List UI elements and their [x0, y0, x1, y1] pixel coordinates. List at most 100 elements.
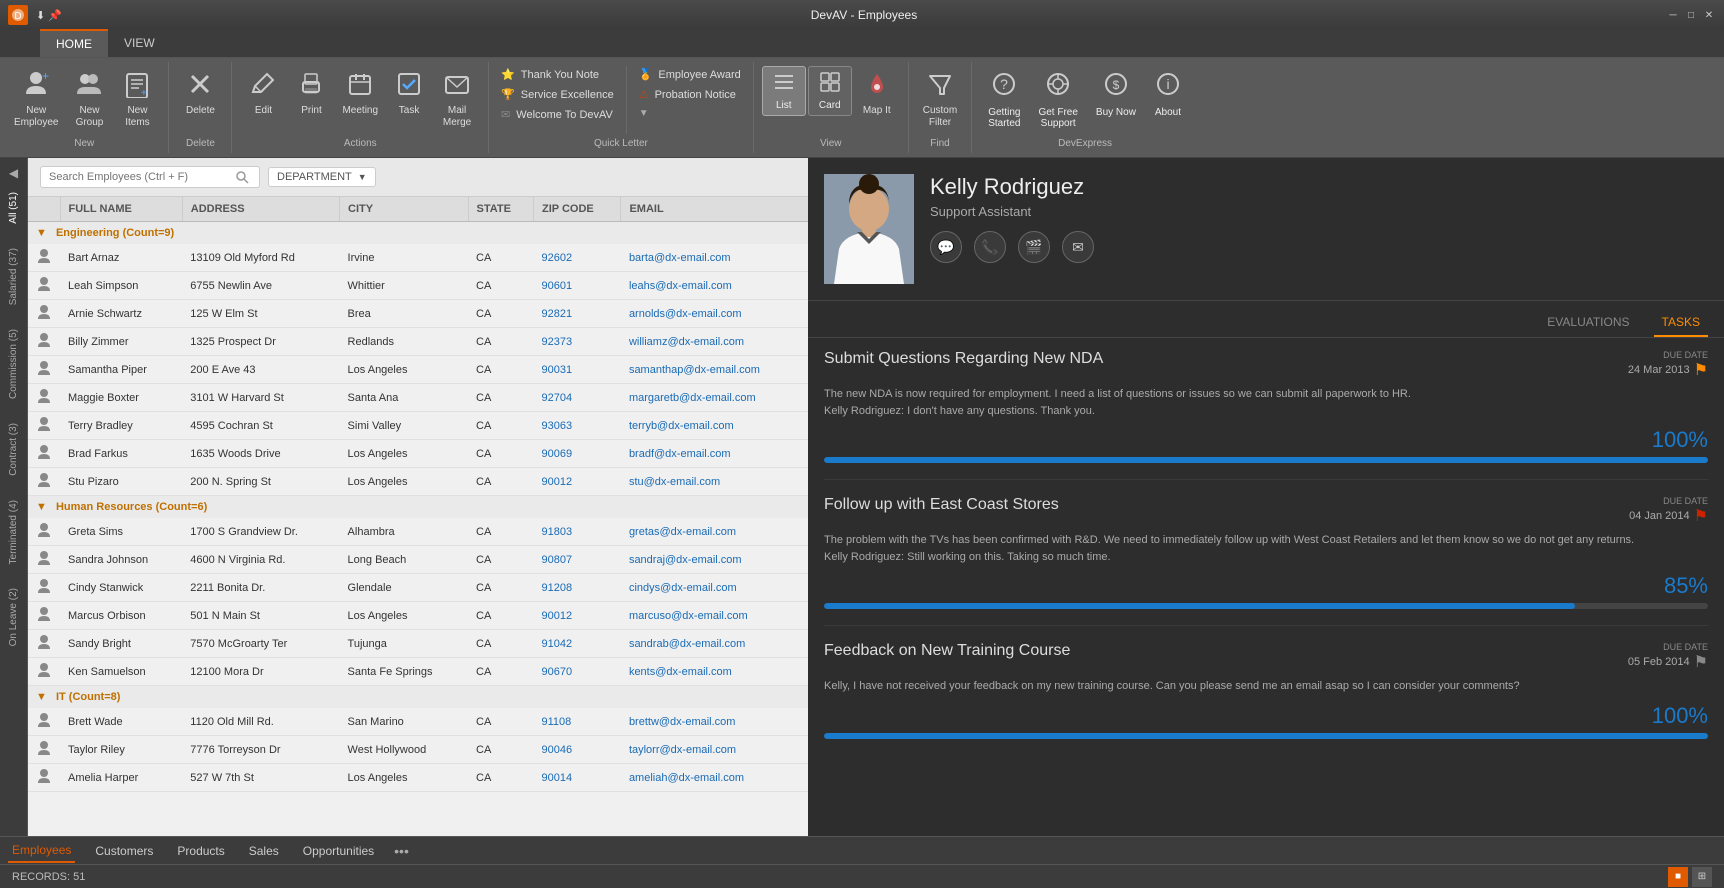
video-button[interactable]: 🎬 — [1018, 231, 1050, 263]
emp-zip-link[interactable]: 90601 — [541, 280, 572, 292]
group-toggle-icon[interactable]: ▼ — [36, 691, 47, 703]
emp-zip-link[interactable]: 90014 — [541, 772, 572, 784]
emp-email-link[interactable]: kents@dx-email.com — [629, 666, 732, 678]
thank-you-note-button[interactable]: ⭐ Thank You Note — [497, 66, 618, 83]
card-view-button[interactable]: Card — [808, 66, 852, 116]
emp-zip-link[interactable]: 91208 — [541, 582, 572, 594]
emp-email-link[interactable]: gretas@dx-email.com — [629, 526, 736, 538]
meeting-button[interactable]: Meeting — [336, 66, 384, 121]
emp-zip-link[interactable]: 92373 — [541, 336, 572, 348]
mail-merge-button[interactable]: MailMerge — [434, 66, 480, 133]
emp-zip-link[interactable]: 91042 — [541, 638, 572, 650]
department-filter[interactable]: DEPARTMENT ▼ — [268, 167, 376, 187]
email-button[interactable]: ✉ — [1062, 231, 1094, 263]
table-row[interactable]: Amelia Harper 527 W 7th St Los Angeles C… — [28, 764, 808, 792]
table-row[interactable]: Ken Samuelson 12100 Mora Dr Santa Fe Spr… — [28, 658, 808, 686]
emp-email-link[interactable]: barta@dx-email.com — [629, 252, 731, 264]
col-fullname[interactable]: FULL NAME — [60, 197, 182, 222]
tab-opportunities[interactable]: Opportunities — [299, 840, 378, 862]
table-row[interactable]: Sandy Bright 7570 McGroarty Ter Tujunga … — [28, 630, 808, 658]
get-free-support-button[interactable]: Get FreeSupport — [1030, 66, 1085, 133]
tab-view[interactable]: VIEW — [108, 29, 171, 57]
close-button[interactable]: ✕ — [1702, 8, 1716, 22]
tab-tasks[interactable]: TASKS — [1654, 309, 1708, 337]
new-items-button[interactable]: + NewItems — [114, 66, 160, 133]
task-button[interactable]: Task — [386, 66, 432, 121]
maximize-button[interactable]: □ — [1684, 8, 1698, 22]
emp-zip-link[interactable]: 93063 — [541, 420, 572, 432]
table-row[interactable]: Taylor Riley 7776 Torreyson Dr West Holl… — [28, 736, 808, 764]
emp-email-link[interactable]: sandraj@dx-email.com — [629, 554, 742, 566]
more-tabs-button[interactable]: ••• — [394, 843, 409, 859]
emp-zip-link[interactable]: 90670 — [541, 666, 572, 678]
emp-email-link[interactable]: samanthap@dx-email.com — [629, 364, 760, 376]
table-row[interactable]: Billy Zimmer 1325 Prospect Dr Redlands C… — [28, 328, 808, 356]
emp-zip-link[interactable]: 90012 — [541, 476, 572, 488]
emp-email-link[interactable]: taylorr@dx-email.com — [629, 744, 736, 756]
col-email[interactable]: EMAIL — [621, 197, 808, 222]
col-city[interactable]: CITY — [340, 197, 468, 222]
table-row[interactable]: Maggie Boxter 3101 W Harvard St Santa An… — [28, 384, 808, 412]
emp-email-link[interactable]: arnolds@dx-email.com — [629, 308, 742, 320]
emp-zip-link[interactable]: 90046 — [541, 744, 572, 756]
table-row[interactable]: Marcus Orbison 501 N Main St Los Angeles… — [28, 602, 808, 630]
table-row[interactable]: Sandra Johnson 4600 N Virginia Rd. Long … — [28, 546, 808, 574]
emp-zip-link[interactable]: 91108 — [541, 716, 571, 728]
table-row[interactable]: Stu Pizaro 200 N. Spring St Los Angeles … — [28, 468, 808, 496]
col-state[interactable]: STATE — [468, 197, 533, 222]
welcome-button[interactable]: ✉ Welcome To DevAV — [497, 106, 618, 123]
emp-zip-link[interactable]: 92602 — [541, 252, 572, 264]
probation-notice-button[interactable]: ⚠ Probation Notice — [635, 86, 745, 103]
emp-email-link[interactable]: bradf@dx-email.com — [629, 448, 731, 460]
col-zip[interactable]: ZIP CODE — [533, 197, 620, 222]
emp-zip-link[interactable]: 90807 — [541, 554, 572, 566]
tab-customers[interactable]: Customers — [91, 840, 157, 862]
search-input[interactable] — [49, 171, 229, 183]
map-it-button[interactable]: Map It — [854, 66, 900, 121]
emp-zip-link[interactable]: 91803 — [541, 526, 572, 538]
table-row[interactable]: Leah Simpson 6755 Newlin Ave Whittier CA… — [28, 272, 808, 300]
table-row[interactable]: Brad Farkus 1635 Woods Drive Los Angeles… — [28, 440, 808, 468]
quick-letter-expand[interactable]: ▼ — [635, 106, 745, 121]
sidebar-on-leave[interactable]: On Leave (2) — [8, 588, 19, 646]
emp-email-link[interactable]: margaretb@dx-email.com — [629, 392, 756, 404]
table-row[interactable]: Terry Bradley 4595 Cochran St Simi Valle… — [28, 412, 808, 440]
table-row[interactable]: Samantha Piper 200 E Ave 43 Los Angeles … — [28, 356, 808, 384]
tab-home[interactable]: HOME — [40, 29, 108, 57]
edit-button[interactable]: Edit — [240, 66, 286, 121]
group-toggle-icon[interactable]: ▼ — [36, 227, 47, 239]
emp-zip-link[interactable]: 90069 — [541, 448, 572, 460]
sidebar-commission[interactable]: Commission (5) — [8, 329, 19, 399]
chat-button[interactable]: 💬 — [930, 231, 962, 263]
phone-button[interactable]: 📞 — [974, 231, 1006, 263]
tab-sales[interactable]: Sales — [245, 840, 283, 862]
status-icon-2[interactable]: ⊞ — [1692, 867, 1712, 887]
employee-award-button[interactable]: 🏅 Employee Award — [635, 66, 745, 83]
getting-started-button[interactable]: ? GettingStarted — [980, 66, 1028, 133]
emp-email-link[interactable]: ameliah@dx-email.com — [629, 772, 744, 784]
sidebar-contract[interactable]: Contract (3) — [8, 423, 19, 476]
emp-email-link[interactable]: leahs@dx-email.com — [629, 280, 732, 292]
emp-zip-link[interactable]: 92704 — [541, 392, 572, 404]
new-employee-button[interactable]: + NewEmployee — [8, 66, 64, 133]
delete-button[interactable]: Delete — [177, 66, 223, 121]
emp-zip-link[interactable]: 90031 — [541, 364, 572, 376]
list-view-button[interactable]: List — [762, 66, 806, 116]
emp-email-link[interactable]: sandrab@dx-email.com — [629, 638, 745, 650]
buy-now-button[interactable]: $ Buy Now — [1088, 66, 1144, 122]
service-excellence-button[interactable]: 🏆 Service Excellence — [497, 86, 618, 103]
table-row[interactable]: Greta Sims 1700 S Grandview Dr. Alhambra… — [28, 518, 808, 546]
emp-email-link[interactable]: williamz@dx-email.com — [629, 336, 744, 348]
tab-employees[interactable]: Employees — [8, 839, 75, 863]
tab-evaluations[interactable]: EVALUATIONS — [1539, 309, 1637, 337]
emp-email-link[interactable]: marcuso@dx-email.com — [629, 610, 748, 622]
new-group-button[interactable]: NewGroup — [66, 66, 112, 133]
emp-email-link[interactable]: terryb@dx-email.com — [629, 420, 734, 432]
print-button[interactable]: Print — [288, 66, 334, 121]
emp-zip-link[interactable]: 92821 — [541, 308, 572, 320]
table-row[interactable]: Cindy Stanwick 2211 Bonita Dr. Glendale … — [28, 574, 808, 602]
col-address[interactable]: ADDRESS — [182, 197, 339, 222]
tab-products[interactable]: Products — [173, 840, 228, 862]
emp-email-link[interactable]: stu@dx-email.com — [629, 476, 720, 488]
emp-email-link[interactable]: cindys@dx-email.com — [629, 582, 737, 594]
